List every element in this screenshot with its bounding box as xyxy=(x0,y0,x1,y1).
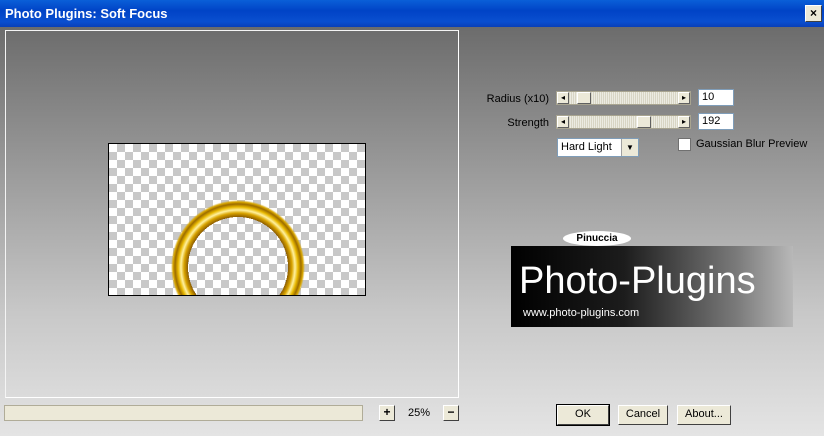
chevron-down-icon[interactable]: ▼ xyxy=(621,139,638,156)
blend-mode-selected: Hard Light xyxy=(561,141,612,153)
gaussian-blur-checkbox[interactable] xyxy=(678,138,691,151)
photo-plugins-logo: Photo-Plugins www.photo-plugins.com xyxy=(511,246,793,327)
slider-left-arrow-icon[interactable]: ◂ xyxy=(557,92,569,104)
ok-button[interactable]: OK xyxy=(556,404,610,426)
zoom-in-button[interactable]: + xyxy=(379,405,395,421)
strength-slider-thumb[interactable] xyxy=(637,116,651,128)
strength-label: Strength xyxy=(507,117,549,129)
preview-frame xyxy=(5,30,459,398)
main-panel: Radius (x10) ◂ ▸ 10 Strength ◂ ▸ 192 Har… xyxy=(0,27,824,436)
title-bar: Photo Plugins: Soft Focus × xyxy=(0,0,824,27)
preview-image[interactable] xyxy=(108,143,366,296)
strength-value-input[interactable]: 192 xyxy=(698,113,734,130)
pinuccia-badge: Pinuccia xyxy=(563,231,631,246)
zoom-level: 25% xyxy=(408,407,431,419)
gaussian-blur-label: Gaussian Blur Preview xyxy=(696,138,808,150)
about-button[interactable]: About... xyxy=(677,405,731,425)
zoom-out-button[interactable]: − xyxy=(443,405,459,421)
close-button[interactable]: × xyxy=(805,5,822,22)
window-title: Photo Plugins: Soft Focus xyxy=(5,6,168,21)
strength-slider[interactable]: ◂ ▸ xyxy=(556,115,691,129)
slider-right-arrow-icon[interactable]: ▸ xyxy=(678,92,690,104)
logo-title: Photo-Plugins xyxy=(519,260,756,302)
gold-ring-image xyxy=(171,200,305,295)
logo-url: www.photo-plugins.com xyxy=(523,307,640,319)
blend-mode-select[interactable]: Hard Light ▼ xyxy=(557,138,639,157)
cancel-button[interactable]: Cancel xyxy=(618,405,668,425)
radius-slider-thumb[interactable] xyxy=(577,92,591,104)
progress-bar xyxy=(4,405,363,421)
slider-right-arrow-icon[interactable]: ▸ xyxy=(678,116,690,128)
slider-left-arrow-icon[interactable]: ◂ xyxy=(557,116,569,128)
radius-label: Radius (x10) xyxy=(486,93,549,105)
radius-slider[interactable]: ◂ ▸ xyxy=(556,91,691,105)
radius-value-input[interactable]: 10 xyxy=(698,89,734,106)
